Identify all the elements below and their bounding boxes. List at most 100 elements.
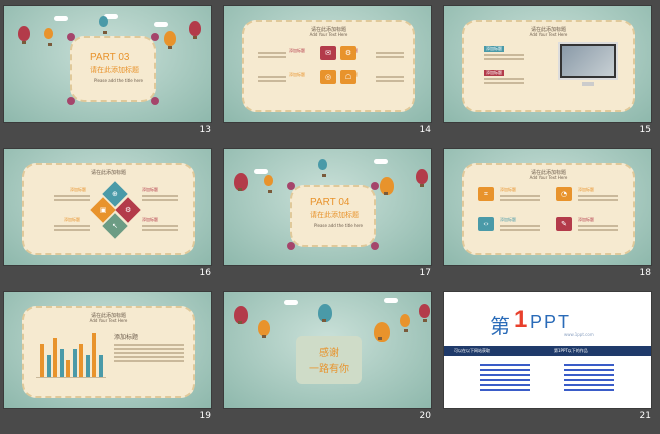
slide-thumbnail-18[interactable]: 请在此添加标题 Add Your Text Here ⌗ ◔ ‹› ✎ 添加标题… (442, 143, 654, 283)
cursor-icon: ↖ (112, 222, 118, 230)
content-frame: 请在此添加标题 Add Your Text Here 添加标题 添加标题 添加标… (242, 20, 415, 112)
cart-icon: ☖ (340, 70, 356, 84)
hot-air-balloon-icon (318, 159, 327, 177)
cloud-decoration (54, 16, 68, 21)
slide-thumbnail-17[interactable]: PART 04 请在此添加标题 Please add the title her… (222, 143, 434, 283)
content-frame: 请在此添加标题 添加标题 添加标题 添加标题 添加标题 ⊕ ▣ ⚙ ↖ (22, 163, 195, 255)
text-lines (376, 76, 404, 84)
flower-ornament-icon (371, 182, 379, 190)
text-lines (500, 225, 540, 233)
briefcase-icon: ▣ (99, 206, 107, 214)
thanks-line-1: 感谢 (319, 348, 339, 359)
hot-air-balloon-icon (18, 26, 30, 44)
slide-number: 17 (419, 268, 431, 278)
text-lines (142, 225, 178, 233)
chart-heading: 添加标题 (114, 334, 139, 341)
band-text-right: 第1PPT以下的作品 (554, 348, 588, 353)
thanks-panel: 感谢 一路有你 (296, 336, 362, 384)
item-label: 添加标题 (289, 72, 305, 77)
slide-18-canvas[interactable]: 请在此添加标题 Add Your Text Here ⌗ ◔ ‹› ✎ 添加标题… (443, 148, 652, 266)
slide-17-canvas[interactable]: PART 04 请在此添加标题 Please add the title her… (223, 148, 432, 266)
bar-mark (79, 344, 83, 377)
pencil-icon: ✎ (556, 217, 572, 231)
slide-21-canvas[interactable]: 第 1 PPT www.1ppt.com 可以在以下网站获取 第1PPT以下的作… (443, 291, 652, 409)
flower-ornament-icon (151, 33, 159, 41)
flower-ornament-icon (151, 97, 159, 105)
item-label: 添加标题 (70, 187, 86, 192)
hot-air-balloon-icon (189, 21, 201, 39)
flower-ornament-icon (287, 242, 295, 250)
slide-number: 19 (199, 411, 211, 421)
slide-number: 15 (639, 125, 651, 135)
item-label: 添加标题 (142, 217, 158, 222)
bar-mark (40, 344, 44, 377)
logo-prefix: 第 (490, 314, 510, 338)
slide-number: 16 (199, 268, 211, 278)
bar-mark (46, 355, 51, 377)
flower-ornament-icon (67, 97, 75, 105)
gear-icon: ⚙ (124, 206, 132, 214)
thanks-line-2: 一路有你 (309, 364, 349, 375)
slide-15-canvas[interactable]: 请在此添加标题 Add Your Text Here 添加标题 添加标题 (443, 5, 652, 123)
slide-thumbnail-16[interactable]: 请在此添加标题 添加标题 添加标题 添加标题 添加标题 ⊕ ▣ ⚙ ↖ 16 (2, 143, 214, 283)
slide-thumbnail-14[interactable]: 请在此添加标题 Add Your Text Here 添加标题 添加标题 添加标… (222, 0, 434, 140)
text-lines (54, 225, 90, 233)
logo-mid: 1 (514, 306, 528, 333)
bar-mark (85, 355, 90, 377)
pie-chart-icon: ◔ (556, 187, 572, 201)
slide-subtitle: Add Your Text Here (89, 318, 128, 323)
slide-14-canvas[interactable]: 请在此添加标题 Add Your Text Here 添加标题 添加标题 添加标… (223, 5, 432, 123)
slide-thumbnail-19[interactable]: 请在此添加标题 Add Your Text Here 添加标题 19 (2, 286, 214, 426)
item-label: 添加标题 (64, 217, 80, 222)
hot-air-balloon-icon (380, 177, 394, 195)
text-lines (500, 195, 540, 203)
hot-air-balloon-icon (164, 31, 176, 49)
slide-thumbnail-15[interactable]: 请在此添加标题 Add Your Text Here 添加标题 添加标题 15 (442, 0, 654, 140)
flower-ornament-icon (67, 33, 75, 41)
slide-subtitle: Add Your Text Here (529, 32, 568, 37)
slide-thumbnail-21[interactable]: 第 1 PPT www.1ppt.com 可以在以下网站获取 第1PPT以下的作… (442, 286, 654, 426)
link-list-right (564, 364, 614, 394)
bar-chart (36, 330, 106, 378)
slide-thumbnail-13[interactable]: PART 03 请在此添加标题 Please add the title her… (2, 0, 214, 140)
link-list-left (480, 364, 530, 394)
slide-number: 18 (639, 268, 651, 278)
part-number: PART 03 (90, 52, 130, 63)
slide-19-canvas[interactable]: 请在此添加标题 Add Your Text Here 添加标题 (3, 291, 212, 409)
hot-air-balloon-icon (44, 28, 53, 46)
slide-thumbnail-20[interactable]: 感谢 一路有你 20 (222, 286, 434, 426)
cloud-decoration (154, 22, 168, 27)
slide-13-canvas[interactable]: PART 03 请在此添加标题 Please add the title her… (3, 5, 212, 123)
bar-mark (59, 349, 64, 377)
text-lines (258, 52, 286, 60)
cloud-decoration (374, 159, 388, 164)
content-frame: 请在此添加标题 Add Your Text Here 添加标题 (22, 306, 195, 398)
item-label: 添加标题 (500, 187, 516, 192)
section-heading: 请在此添加标题 (90, 66, 139, 74)
section-subheading: Please add the title here (314, 223, 363, 228)
slide-16-canvas[interactable]: 请在此添加标题 添加标题 添加标题 添加标题 添加标题 ⊕ ▣ ⚙ ↖ (3, 148, 212, 266)
gear-icon: ⚙ (340, 46, 356, 60)
text-lines (114, 344, 184, 364)
item-label: 添加标题 (142, 187, 158, 192)
text-lines (376, 52, 404, 60)
hot-air-balloon-icon (234, 306, 248, 324)
item-label: 添加标题 (484, 46, 504, 52)
code-icon: ‹› (478, 217, 494, 231)
section-heading: 请在此添加标题 (310, 211, 359, 219)
logo-suffix: PPT (530, 312, 572, 332)
cloud-decoration (284, 300, 298, 305)
text-lines (578, 195, 618, 203)
globe-icon: ⊕ (112, 190, 118, 198)
band-text-left: 可以在以下网站获取 (454, 348, 490, 353)
item-label: 添加标题 (500, 217, 516, 222)
sitemap-icon: ⌗ (478, 187, 494, 201)
hot-air-balloon-icon (318, 304, 332, 322)
slide-20-canvas[interactable]: 感谢 一路有你 (223, 291, 432, 409)
text-lines (484, 54, 524, 62)
text-lines (578, 225, 618, 233)
slide-number: 13 (199, 125, 211, 135)
hot-air-balloon-icon (419, 304, 430, 322)
info-band: 可以在以下网站获取 第1PPT以下的作品 (444, 346, 651, 356)
text-lines (484, 78, 524, 86)
